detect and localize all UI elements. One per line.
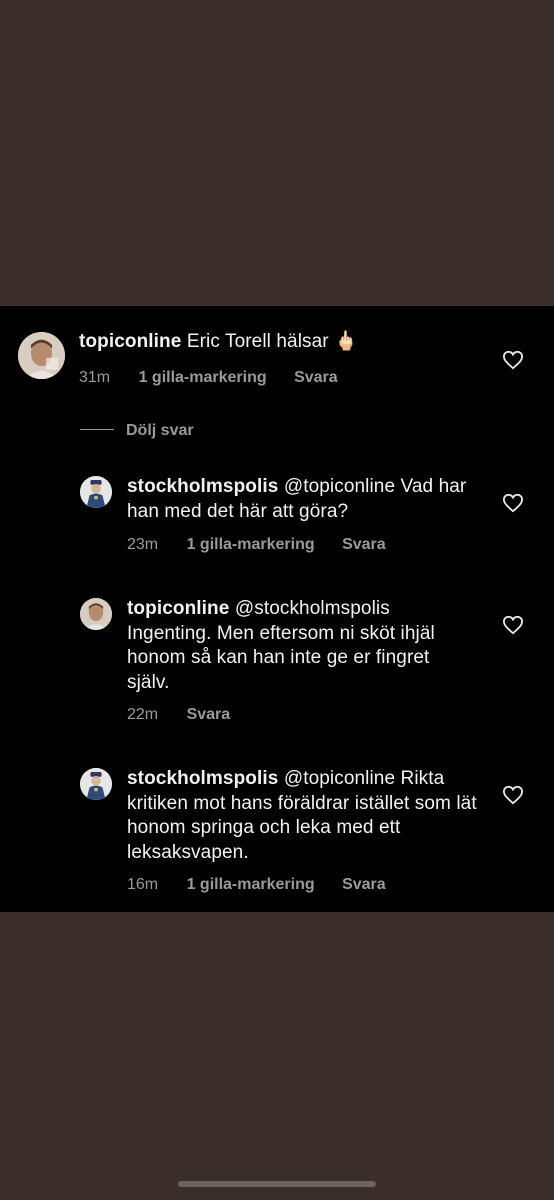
avatar-topiconline[interactable] [80, 598, 112, 630]
likes-count[interactable]: 1 gilla-markering [187, 536, 315, 554]
reply-text: stockholmspolis @topiconline Rikta kriti… [127, 767, 477, 865]
reply-time: 22m [127, 706, 159, 723]
avatar-topiconline[interactable] [18, 332, 65, 379]
reply-button[interactable]: Svara [294, 369, 338, 387]
heart-outline-icon[interactable] [502, 350, 524, 370]
reply-meta: 16m 1 gilla-markering Svara [127, 876, 386, 894]
comments-panel: topiconline Eric Torell hälsar 🖕🏻 31m 1 … [0, 306, 554, 912]
comment-text: topiconline Eric Torell hälsar 🖕🏻 [79, 330, 479, 355]
comment-meta: 31m 1 gilla-markering Svara [79, 369, 338, 387]
reply-text: stockholmspolis @topiconline Vad har han… [127, 475, 467, 524]
heart-outline-icon[interactable] [502, 785, 524, 805]
reply-username[interactable]: stockholmspolis [127, 476, 278, 497]
heart-outline-icon[interactable] [502, 493, 524, 513]
home-indicator[interactable] [178, 1181, 376, 1187]
reply-time: 23m [127, 536, 159, 553]
reply-button[interactable]: Svara [342, 536, 386, 554]
comment-time: 31m [79, 369, 111, 386]
divider-line [80, 428, 114, 430]
reply-username[interactable]: stockholmspolis [127, 768, 278, 789]
avatar-stockholmspolis[interactable] [80, 768, 112, 800]
avatar-stockholmspolis[interactable] [80, 476, 112, 508]
reply-button[interactable]: Svara [187, 706, 231, 724]
reply-time: 16m [127, 876, 159, 893]
reply-button[interactable]: Svara [342, 876, 386, 894]
reply-text: topiconline @stockholmspolis Ingenting. … [127, 597, 472, 695]
reply-meta: 22m Svara [127, 706, 230, 724]
reply-meta: 23m 1 gilla-markering Svara [127, 536, 386, 554]
comment-body: Eric Torell hälsar 🖕🏻 [186, 331, 358, 352]
heart-outline-icon[interactable] [502, 615, 524, 635]
likes-count[interactable]: 1 gilla-markering [139, 369, 267, 387]
likes-count[interactable]: 1 gilla-markering [187, 876, 315, 894]
comment-username[interactable]: topiconline [79, 331, 181, 352]
hide-replies-label: Dölj svar [126, 422, 194, 439]
hide-replies-button[interactable]: Dölj svar [80, 422, 194, 442]
reply-username[interactable]: topiconline [127, 598, 229, 619]
